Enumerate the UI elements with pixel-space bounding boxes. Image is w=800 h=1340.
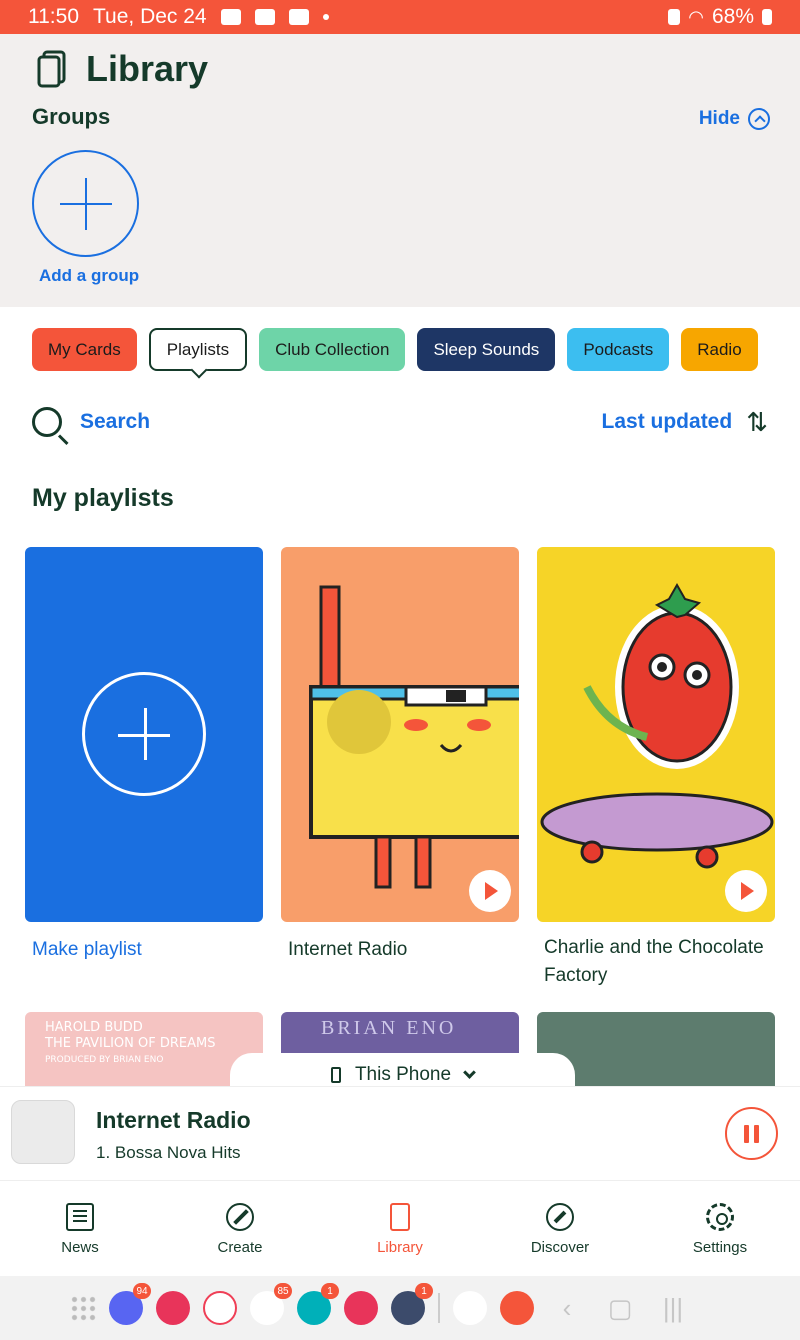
nav-news[interactable]: News [0, 1181, 160, 1276]
search-row: Search Last updated ⇅ [32, 400, 768, 444]
charlie-label[interactable]: Charlie and the Chocolate Factory [544, 934, 764, 990]
device-label: This Phone [354, 1064, 452, 1085]
charlie-card[interactable] [537, 547, 775, 922]
page-title: Library [36, 48, 208, 90]
reddit-app-icon[interactable] [500, 1291, 534, 1325]
nav-create-label: Create [217, 1239, 263, 1256]
status-time: 11:50 [28, 5, 79, 28]
settings-app-icon[interactable]: 1 [391, 1283, 433, 1325]
budd-cover-text: HAROLD BUDD THE PAVILION OF DREAMS PRODU… [45, 1020, 216, 1068]
app-icon[interactable] [156, 1291, 190, 1325]
library-title: Library [86, 48, 209, 89]
nav-settings[interactable]: Settings [640, 1181, 800, 1276]
newspaper-icon [66, 1203, 94, 1231]
status-bar: 11:50 Tue, Dec 24 ◠ 68% [0, 0, 800, 34]
pause-button[interactable] [725, 1107, 778, 1160]
make-playlist-label[interactable]: Make playlist [32, 936, 142, 964]
status-date: Tue, Dec 24 [93, 5, 207, 28]
nav-discover-label: Discover [530, 1239, 590, 1256]
hide-label: Hide [698, 108, 740, 129]
dock-divider [438, 1293, 440, 1323]
recents-icon[interactable]: ||| [653, 1293, 693, 1324]
chip-radio[interactable]: Radio [681, 328, 758, 371]
search-button[interactable]: Search [80, 410, 150, 434]
hide-groups-button[interactable]: Hide [699, 108, 770, 130]
discord-app-icon[interactable]: 94 [109, 1283, 151, 1325]
fitbit-app-icon[interactable]: 1 [297, 1283, 339, 1325]
compass-icon [546, 1203, 574, 1231]
budd-line-2: THE PAVILION OF DREAMS [45, 1036, 216, 1051]
radio-illustration [309, 585, 519, 889]
groups-heading: Groups [32, 104, 111, 129]
nav-library[interactable]: Library [320, 1181, 480, 1276]
library-icon [390, 1203, 410, 1231]
discord-status-icon [254, 9, 275, 25]
sort-label[interactable]: Last updated [602, 410, 733, 434]
pocket-app-icon[interactable] [203, 1291, 237, 1325]
chip-podcasts[interactable]: Podcasts [567, 328, 670, 371]
battery-icon [762, 9, 772, 25]
sort-icon[interactable]: ⇅ [746, 407, 768, 438]
nav-news-label: News [61, 1239, 99, 1256]
chip-playlists[interactable]: Playlists [148, 328, 248, 371]
nav-create[interactable]: Create [160, 1181, 320, 1276]
app-icon[interactable] [344, 1291, 378, 1325]
harold-budd-card[interactable]: HAROLD BUDD THE PAVILION OF DREAMS PRODU… [25, 1012, 263, 1092]
gear-icon [706, 1203, 734, 1231]
add-group-button[interactable] [32, 150, 139, 257]
nav-library-label: Library [377, 1239, 423, 1256]
bottom-nav: News Create Library Discover Settings [0, 1180, 800, 1276]
pencil-icon [226, 1203, 254, 1231]
chip-club-collection[interactable]: Club Collection [259, 328, 406, 371]
nav-discover[interactable]: Discover [480, 1181, 640, 1276]
plus-icon [82, 672, 206, 796]
eno-cover-text: BRIAN ENO [321, 1017, 457, 1039]
battery-percent: 68% [711, 5, 754, 28]
wifi-icon: ◠ [688, 6, 704, 27]
phone-icon [330, 1067, 341, 1083]
youtube-status-icon [220, 9, 241, 25]
chevron-down-icon [463, 1065, 476, 1079]
play-icon[interactable] [725, 870, 767, 912]
library-icon [37, 50, 66, 88]
budd-line-3: PRODUCED BY BRIAN ENO [45, 1055, 164, 1065]
docs-app-icon[interactable] [453, 1291, 487, 1325]
section-title: My playlists [32, 484, 174, 512]
internet-radio-label[interactable]: Internet Radio [288, 936, 407, 964]
now-playing-artwork [11, 1100, 75, 1164]
play-icon[interactable] [469, 870, 511, 912]
budd-line-1: HAROLD BUDD [45, 1020, 143, 1035]
now-playing-title: Internet Radio [96, 1107, 251, 1133]
youtube-app-icon[interactable]: 85 [250, 1283, 292, 1325]
system-dock: 94 85 1 1 ‹ ▢ ||| [0, 1276, 800, 1340]
back-icon[interactable]: ‹ [547, 1293, 587, 1324]
home-icon[interactable]: ▢ [600, 1293, 640, 1324]
more-notifications-icon [322, 14, 329, 20]
chip-my-cards[interactable]: My Cards [32, 328, 137, 371]
chevron-up-icon [748, 108, 770, 130]
discord-badge: 94 [133, 1283, 151, 1299]
fitbit-badge: 1 [321, 1283, 339, 1299]
chip-sleep-sounds[interactable]: Sleep Sounds [417, 328, 556, 371]
add-group-label[interactable]: Add a group [39, 266, 139, 286]
nav-settings-label: Settings [692, 1239, 748, 1256]
internet-radio-card[interactable] [281, 547, 519, 922]
search-icon[interactable] [32, 407, 62, 437]
battery-saver-icon [668, 9, 681, 25]
youtube-badge: 85 [274, 1283, 292, 1299]
settings-badge: 1 [415, 1283, 433, 1299]
strawberry-illustration [540, 582, 774, 869]
now-playing-track: 1. Bossa Nova Hits [96, 1143, 241, 1162]
play-store-status-icon [288, 9, 309, 25]
mini-player[interactable]: Internet Radio 1. Bossa Nova Hits [0, 1086, 800, 1178]
make-playlist-card[interactable] [25, 547, 263, 922]
sort-control[interactable]: Last updated ⇅ [602, 407, 768, 438]
app-drawer-icon[interactable] [70, 1295, 96, 1321]
library-header: Library Groups Hide Add a group [0, 34, 800, 307]
category-chips: My Cards Playlists Club Collection Sleep… [32, 328, 758, 371]
